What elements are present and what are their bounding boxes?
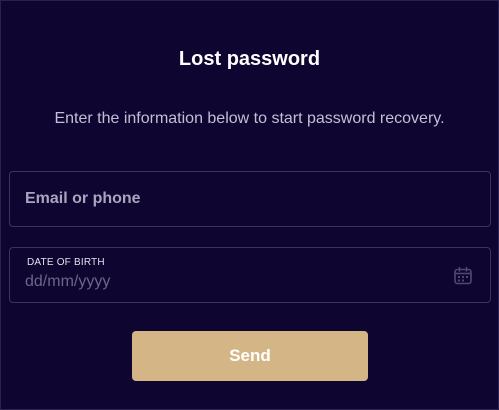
lost-password-dialog: Lost password Enter the information belo… xyxy=(0,0,499,410)
email-field[interactable] xyxy=(9,171,491,227)
date-of-birth-field[interactable]: DATE OF BIRTH dd/mm/yyyy xyxy=(9,247,491,303)
send-button[interactable]: Send xyxy=(132,331,368,381)
email-or-phone-input[interactable] xyxy=(10,172,490,226)
date-of-birth-placeholder[interactable]: dd/mm/yyyy xyxy=(25,273,110,291)
date-of-birth-label: DATE OF BIRTH xyxy=(27,257,105,268)
calendar-icon[interactable] xyxy=(453,266,473,286)
dialog-subtitle: Enter the information below to start pas… xyxy=(54,110,445,127)
dialog-title: Lost password xyxy=(178,48,321,70)
